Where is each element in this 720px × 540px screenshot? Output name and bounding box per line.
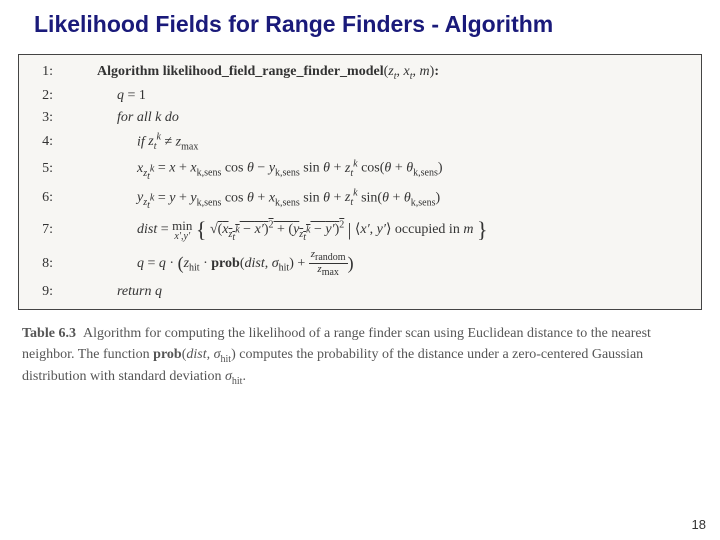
algo-line-9: 9: return q <box>19 281 701 303</box>
algorithm-box: 1: Algorithm likelihood_field_range_find… <box>18 54 702 311</box>
line-number: 1: <box>19 64 77 80</box>
algo-line-3: 3: for all k do <box>19 107 701 129</box>
line-number: 8: <box>19 256 77 272</box>
line-number: 2: <box>19 88 77 104</box>
table-caption: Table 6.3 Algorithm for computing the li… <box>22 324 698 389</box>
caption-label: Table 6.3 <box>22 326 76 341</box>
algo-line-2: 2: q = 1 <box>19 85 701 107</box>
line-number: 7: <box>19 222 77 238</box>
algo-line-5: 5: xztk = x + xk,sens cos θ − yk,sens si… <box>19 155 701 184</box>
line-number: 4: <box>19 134 77 150</box>
line-number: 9: <box>19 284 77 300</box>
line-number: 6: <box>19 190 77 206</box>
algo-line-7: 7: dist = minx′,y′ { √(xztk − x′)2 + (yz… <box>19 214 701 246</box>
line-number: 5: <box>19 161 77 177</box>
algo-line-8: 8: q = q · (zhit · prob(dist, σhit) + zr… <box>19 246 701 281</box>
slide-title: Likelihood Fields for Range Finders - Al… <box>0 0 720 40</box>
algo-line-6: 6: yztk = y + yk,sens cos θ + xk,sens si… <box>19 185 701 214</box>
page-number: 18 <box>692 517 706 532</box>
algo-line-1: 1: Algorithm likelihood_field_range_find… <box>19 61 701 85</box>
algo-line-4: 4: if ztk ≠ zmax <box>19 129 701 155</box>
algo-header-prefix: Algorithm likelihood_field_range_finder_… <box>97 64 384 79</box>
line-number: 3: <box>19 110 77 126</box>
